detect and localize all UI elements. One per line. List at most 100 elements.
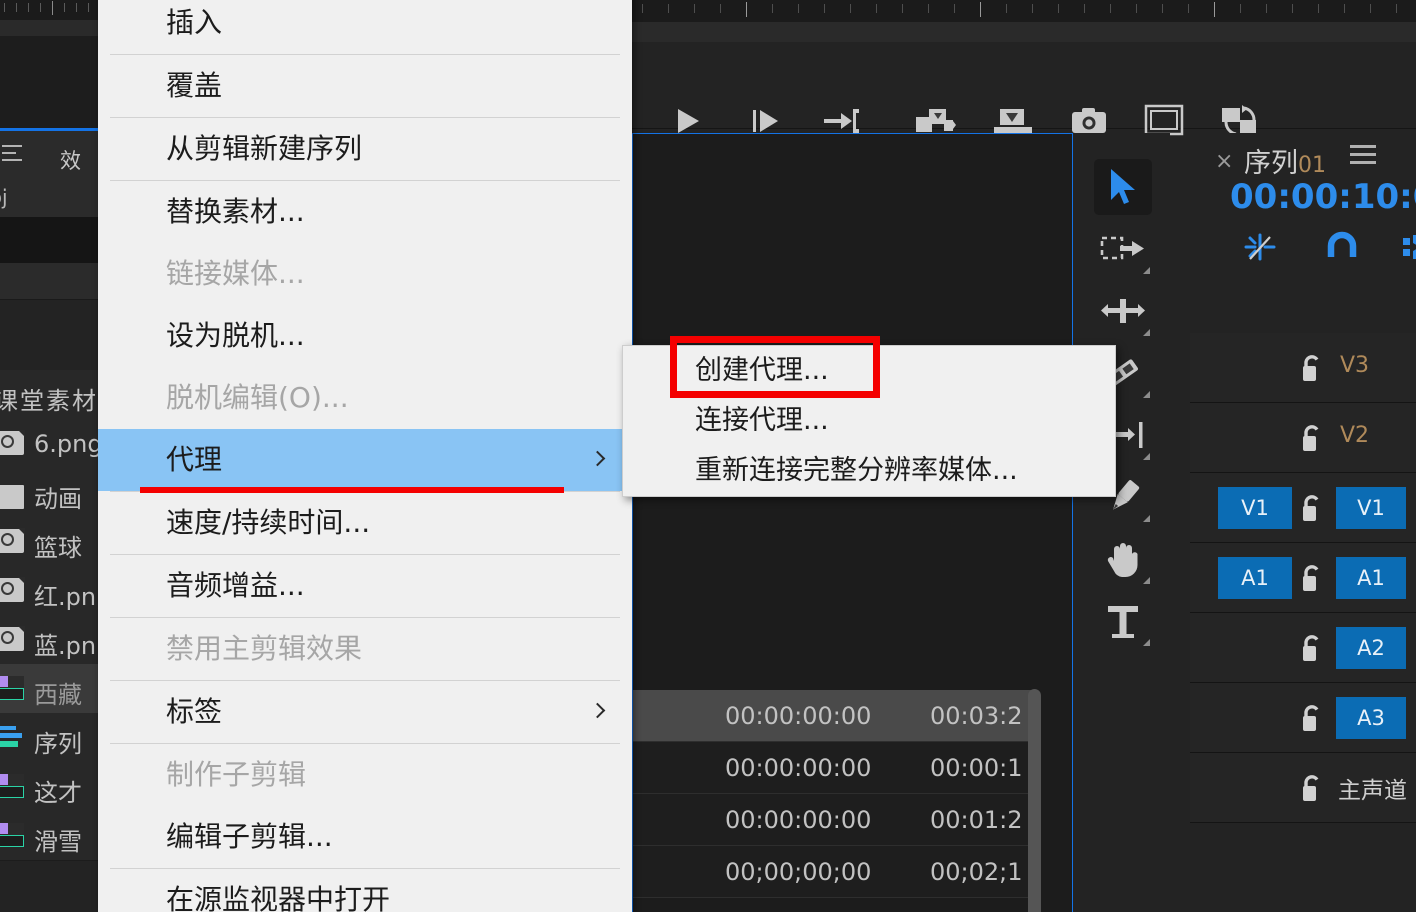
menu-item-label: 在源监视器中打开 [166,883,391,912]
track-header-row[interactable]: A2 [1190,613,1416,683]
ripple-edit-tool[interactable] [1094,283,1152,339]
list-item[interactable]: 西藏 [0,664,98,714]
table-row[interactable]: 00:00:00:00 00:01:2 [633,794,1033,846]
chevron-right-icon [592,703,602,721]
snap-magnet-icon[interactable] [1324,229,1360,269]
table-row[interactable]: 00;00;00;00 00;02;1 [633,846,1033,898]
track-name-V3[interactable]: V3 [1340,353,1369,378]
submenu-item[interactable]: 创建代理... [623,346,1115,396]
source-patch-V1[interactable]: V1 [1218,487,1292,529]
menu-item[interactable]: 覆盖 [98,55,632,117]
list-item[interactable]: 篮球 [0,517,98,567]
menu-item-label: 从剪辑新建序列 [166,132,363,165]
menu-item[interactable]: 从剪辑新建序列 [98,118,632,180]
left-ruler [0,0,98,20]
clip-duration-timecode: 00:00:1 [930,754,1023,782]
submenu-item[interactable]: 连接代理... [623,396,1115,446]
image-icon [0,577,25,602]
timeline-ruler[interactable] [632,0,1416,22]
lock-icon[interactable] [1300,633,1326,661]
project-search-input[interactable] [0,217,98,264]
list-item[interactable]: 课堂素材 [0,370,98,420]
submenu-item[interactable]: 重新连接完整分辨率媒体... [623,446,1115,496]
list-item[interactable]: 滑雪 [0,811,98,861]
track-header-row[interactable]: A3 [1190,683,1416,753]
tool-expand-corner [1143,515,1150,522]
project-name-text: roj [0,185,8,209]
selection-tool[interactable] [1094,159,1152,215]
track-name-master: 主声道 [1338,778,1407,804]
list-item[interactable]: 序列 [0,713,98,763]
lock-icon[interactable] [1300,493,1326,521]
lock-icon[interactable] [1300,563,1326,591]
list-item[interactable]: 这才 [0,762,98,812]
track-name-V2[interactable]: V2 [1340,423,1369,448]
panel-menu-icon[interactable] [2,143,24,165]
menu-item-label: 编辑子剪辑... [166,820,333,853]
list-item[interactable]: 蓝.pn [0,615,98,665]
image-icon [0,430,25,455]
list-item[interactable]: 红.pn [0,566,98,616]
hand-tool[interactable] [1094,531,1152,587]
close-icon[interactable]: × [1215,149,1233,174]
menu-item-label: 制作子剪辑 [166,758,307,791]
track-header-row[interactable]: V3 [1190,333,1416,403]
track-name-chip-V1[interactable]: V1 [1336,487,1406,529]
playhead-timecode[interactable]: 00:00:10:0 [1230,177,1416,217]
menu-item[interactable]: 编辑子剪辑... [98,806,632,868]
menu-item-label: 覆盖 [166,69,223,102]
track-header-row[interactable]: 主声道 [1190,753,1416,823]
lock-icon[interactable] [1300,703,1326,731]
menu-item[interactable]: 代理 [98,429,632,491]
tools-panel [1080,133,1170,912]
menu-item[interactable]: 插入 [98,0,632,54]
menu-item-label: 脱机编辑(O)... [166,381,349,414]
insert-overwrite-icon[interactable] [1242,229,1278,269]
menu-item[interactable]: 速度/持续时间... [98,492,632,554]
menu-item-label: 插入 [166,6,223,39]
proxy-submenu: 创建代理... 连接代理... 重新连接完整分辨率媒体... [622,345,1116,497]
menu-item[interactable]: 在源监视器中打开 [98,869,632,912]
track-header-row[interactable]: V2 [1190,403,1416,473]
vertical-scrollbar[interactable] [1028,689,1041,912]
sequence-tab-title[interactable]: 序列01 [1244,141,1326,180]
list-item-label: 6.png [34,430,98,458]
panel-menu-icon[interactable] [1350,145,1376,167]
list-item[interactable]: 6.png [0,419,98,469]
menu-item[interactable]: 标签 [98,681,632,743]
clip-icon [0,676,24,700]
menu-item[interactable]: 音频增益... [98,555,632,617]
list-item-label: 红.pn [34,583,97,611]
source-patch-A1[interactable]: A1 [1218,557,1292,599]
table-row[interactable]: 00:00:00:00 00:00:1 [633,742,1033,794]
sequence-toggle-buttons [1242,229,1416,269]
menu-item: 禁用主剪辑效果 [98,618,632,680]
menu-item[interactable]: 设为脱机... [98,305,632,367]
linked-selection-icon[interactable] [1400,229,1416,269]
type-tool[interactable] [1094,593,1152,649]
list-item-label: 西藏 [34,681,82,709]
list-item[interactable]: 动画 [0,468,98,518]
table-row[interactable]: 00:00:00:00 00:03:2 [633,690,1033,742]
lock-icon[interactable] [1300,773,1326,801]
clip-icon [0,774,24,798]
menu-item-label: 链接媒体... [166,257,305,290]
submenu-item-label: 创建代理... [695,355,829,386]
tab-effects[interactable]: 效 [60,145,81,175]
lock-icon[interactable] [1300,353,1326,381]
track-header-list: V3 V2 V1 V1 A1 A1 A2 A3 主声道 [1190,333,1416,823]
menu-item[interactable]: 替换素材... [98,181,632,243]
source-monitor-panel[interactable]: 1 项已选择，共 11 项 00:00:00:0000:03:200:00:00… [632,133,1073,912]
panel-tab-row: 效 [0,131,98,178]
track-name-chip-A1[interactable]: A1 [1336,557,1406,599]
track-header-row[interactable]: V1 V1 [1190,473,1416,543]
list-item-label: 蓝.pn [34,632,97,660]
clip-duration-timecode: 00:03:2 [930,702,1023,730]
list-item-label: 序列 [34,730,82,758]
tool-expand-corner [1143,577,1150,584]
track-name-chip-A2[interactable]: A2 [1336,627,1406,669]
track-select-forward-tool[interactable] [1094,221,1152,277]
lock-icon[interactable] [1300,423,1326,451]
track-header-row[interactable]: A1 A1 [1190,543,1416,613]
track-name-chip-A3[interactable]: A3 [1336,697,1406,739]
